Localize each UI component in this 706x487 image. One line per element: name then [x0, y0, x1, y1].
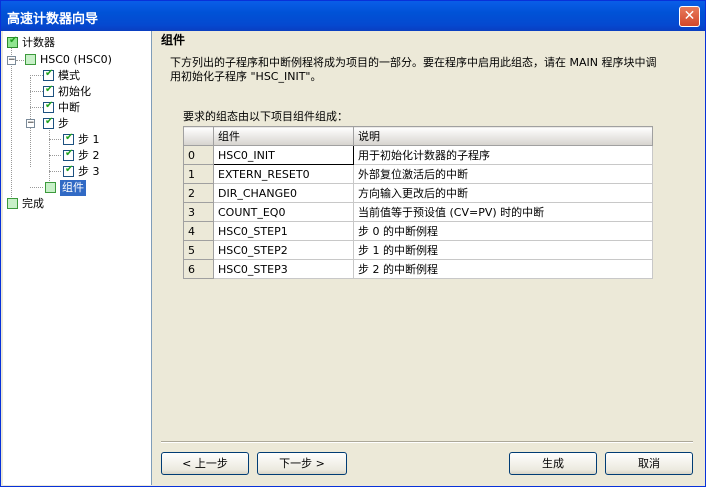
tree-label: 初始化 — [58, 85, 91, 98]
checkbox-icon — [43, 116, 54, 129]
row-index: 2 — [183, 183, 214, 203]
component-cell[interactable]: EXTERN_RESET0 — [213, 164, 354, 184]
row-index: 4 — [183, 221, 214, 241]
description-cell: 外部复位激活后的中断 — [353, 164, 653, 184]
tree-label: 计数器 — [22, 36, 55, 49]
checkbox-icon — [63, 164, 74, 177]
table-header-row: 组件 说明 — [183, 126, 653, 146]
components-table: 组件 说明 0 HSC0_INIT 用于初始化计数器的子程序 1 EXTERN_… — [183, 126, 653, 279]
tree-label: 步 — [58, 117, 69, 130]
table-row[interactable]: 4 HSC0_STEP1 步 0 的中断例程 — [183, 221, 653, 241]
tree-label: 完成 — [22, 197, 44, 210]
tree-label: 步 2 — [78, 149, 100, 162]
tree-label: 步 3 — [78, 165, 100, 178]
component-cell[interactable]: HSC0_STEP3 — [213, 259, 354, 279]
row-index: 6 — [183, 259, 214, 279]
checkbox-icon — [7, 35, 18, 48]
collapse-icon[interactable]: − — [26, 119, 35, 128]
description-cell: 步 0 的中断例程 — [353, 221, 653, 241]
checkbox-icon — [25, 54, 36, 65]
description-cell: 步 1 的中断例程 — [353, 240, 653, 260]
component-cell[interactable]: COUNT_EQ0 — [213, 202, 354, 222]
component-cell[interactable]: DIR_CHANGE0 — [213, 183, 354, 203]
column-header-index — [183, 126, 214, 146]
row-index: 0 — [183, 145, 214, 165]
checkbox-icon — [43, 84, 54, 97]
description-cell: 方向输入更改后的中断 — [353, 183, 653, 203]
window-title: 高速计数器向导 — [7, 12, 99, 27]
prev-button[interactable]: < 上一步 — [161, 452, 249, 475]
component-cell[interactable]: HSC0_STEP2 — [213, 240, 354, 260]
checkbox-icon — [63, 132, 74, 145]
components-label: 要求的组态由以下项目组件组成： — [183, 110, 348, 123]
table-row[interactable]: 5 HSC0_STEP2 步 1 的中断例程 — [183, 240, 653, 260]
component-cell[interactable]: HSC0_INIT — [213, 145, 354, 165]
tree-label: HSC0 (HSC0) — [40, 53, 112, 66]
table-row[interactable]: 2 DIR_CHANGE0 方向输入更改后的中断 — [183, 183, 653, 203]
cancel-button[interactable]: 取消 — [605, 452, 693, 475]
tree-label: 中断 — [58, 101, 80, 114]
row-index: 5 — [183, 240, 214, 260]
row-index: 3 — [183, 202, 214, 222]
page-description: 下方列出的子程序和中断例程将成为项目的一部分。要在程序中启用此组态，请在 MAI… — [170, 56, 657, 83]
tree-label: 组件 — [60, 180, 86, 196]
checkbox-icon — [43, 100, 54, 113]
description-cell: 用于初始化计数器的子程序 — [353, 145, 653, 165]
description-cell: 当前值等于预设值 (CV=PV) 时的中断 — [353, 202, 653, 222]
generate-button[interactable]: 生成 — [509, 452, 597, 475]
wizard-window: 高速计数器向导 ✕ 计数器 − HSC0 (HSC0) 模式 初始化 — [0, 0, 706, 487]
close-button[interactable]: ✕ — [679, 6, 700, 27]
checkbox-icon — [45, 182, 56, 193]
column-header-description[interactable]: 说明 — [353, 126, 653, 146]
title-bar: 高速计数器向导 ✕ — [1, 1, 705, 31]
row-index: 1 — [183, 164, 214, 184]
next-button[interactable]: 下一步 > — [257, 452, 347, 475]
content-pane: 组件 下方列出的子程序和中断例程将成为项目的一部分。要在程序中启用此组态，请在 … — [153, 31, 705, 485]
tree-label: 模式 — [58, 69, 80, 82]
table-row[interactable]: 3 COUNT_EQ0 当前值等于预设值 (CV=PV) 时的中断 — [183, 202, 653, 222]
table-row[interactable]: 6 HSC0_STEP3 步 2 的中断例程 — [183, 259, 653, 279]
wizard-tree: 计数器 − HSC0 (HSC0) 模式 初始化 中断 − 步 — [3, 31, 152, 485]
page-title: 组件 — [161, 33, 186, 47]
checkbox-icon — [43, 68, 54, 81]
table-row[interactable]: 0 HSC0_INIT 用于初始化计数器的子程序 — [183, 145, 653, 165]
column-header-component[interactable]: 组件 — [213, 126, 354, 146]
tree-label: 步 1 — [78, 133, 100, 146]
table-row[interactable]: 1 EXTERN_RESET0 外部复位激活后的中断 — [183, 164, 653, 184]
checkbox-icon — [63, 148, 74, 161]
description-cell: 步 2 的中断例程 — [353, 259, 653, 279]
collapse-icon[interactable]: − — [7, 56, 16, 65]
divider — [161, 441, 693, 443]
component-cell[interactable]: HSC0_STEP1 — [213, 221, 354, 241]
checkbox-icon — [7, 198, 18, 209]
